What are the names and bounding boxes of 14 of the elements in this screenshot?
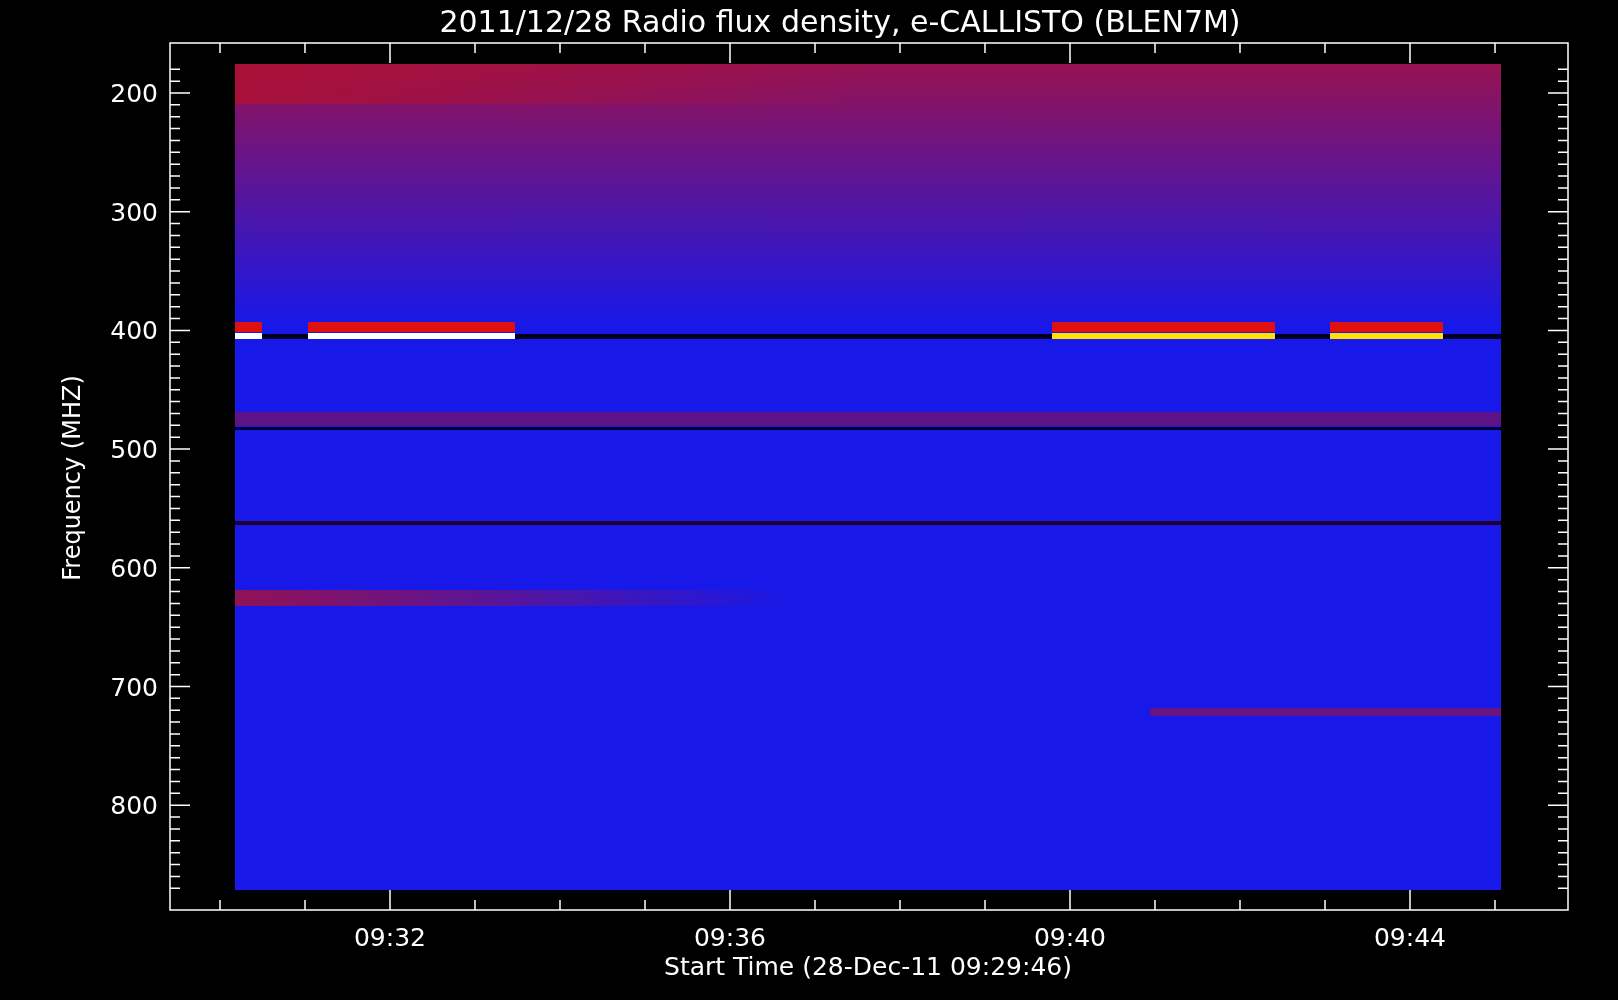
tick-label: 400 <box>110 316 158 346</box>
tick-label: 09:36 <box>694 923 766 952</box>
tick-label: 700 <box>110 672 158 702</box>
tick-label: 600 <box>110 553 158 583</box>
chart-title: 2011/12/28 Radio flux density, e-CALLISTO (BLEN7M) <box>439 4 1241 39</box>
tick-label: 09:40 <box>1034 923 1106 952</box>
axis-label: Start Time (28-Dec-11 09:29:46) <box>664 952 1072 981</box>
tick-label: 800 <box>110 791 158 821</box>
tick-label: 200 <box>110 79 158 108</box>
tick-label: 500 <box>110 435 158 465</box>
tick-label: 300 <box>110 197 158 227</box>
axis-label: Frequency (MHZ) <box>58 375 86 581</box>
tick-label: 09:44 <box>1374 923 1446 952</box>
tick-label: 09:32 <box>354 923 426 952</box>
